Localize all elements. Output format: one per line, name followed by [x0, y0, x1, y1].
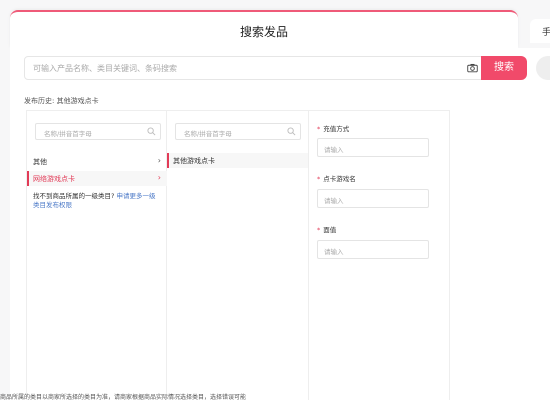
subcategory-column: 名称/拼音首字母 其他游戏点卡: [167, 111, 309, 400]
search-placeholder: 可输入产品名称、类目关键词、条码搜索: [33, 64, 177, 73]
category-item-label: 其他: [33, 158, 47, 166]
category-search-placeholder: 名称/拼音首字母: [44, 130, 92, 138]
search-button[interactable]: 搜索: [481, 56, 527, 80]
category-column: 名称/拼音首字母 其他 › 网络游戏点卡 › 找不到商品所属的一级类目? 申请更…: [27, 111, 167, 400]
field-label: * 充值方式: [317, 125, 350, 133]
required-mark: *: [317, 125, 321, 133]
help-text: 找不到商品所属的一级类目?: [33, 192, 115, 200]
field-label: * 点卡游戏名: [317, 175, 356, 183]
chevron-right-icon: ›: [157, 156, 161, 165]
required-mark: *: [317, 226, 321, 234]
face-value-input[interactable]: 请输入: [317, 240, 429, 259]
extra-button[interactable]: [536, 56, 550, 80]
required-mark: *: [317, 175, 321, 183]
camera-icon[interactable]: [467, 63, 478, 73]
search-input[interactable]: 可输入产品名称、类目关键词、条码搜索: [24, 56, 484, 80]
chevron-right-icon: ›: [157, 173, 161, 182]
category-panel: 名称/拼音首字母 其他 › 网络游戏点卡 › 找不到商品所属的一级类目? 申请更…: [26, 110, 450, 400]
subcategory-search-input[interactable]: 名称/拼音首字母: [175, 123, 301, 140]
subcategory-item-selected[interactable]: 其他游戏点卡: [167, 153, 308, 168]
game-name-input[interactable]: 请输入: [317, 189, 429, 208]
main-content: 可输入产品名称、类目关键词、条码搜索 搜索 发布历史: 其他游戏点卡 名称/拼音…: [10, 48, 550, 400]
attributes-column: * 充值方式 请输入 * 点卡游戏名 请输入 * 面值 请输入: [309, 111, 451, 400]
recharge-method-input[interactable]: 请输入: [317, 138, 429, 157]
publish-history[interactable]: 发布历史: 其他游戏点卡: [24, 96, 99, 106]
tab-title: 搜索发品: [239, 25, 288, 39]
search-icon: [147, 127, 156, 136]
category-item-game-card[interactable]: 网络游戏点卡 ›: [27, 171, 167, 186]
category-item-other[interactable]: 其他 ›: [27, 154, 167, 169]
category-search-input[interactable]: 名称/拼音首字母: [35, 123, 161, 140]
subcategory-search-placeholder: 名称/拼音首字母: [184, 130, 232, 138]
category-item-label: 网络游戏点卡: [33, 175, 75, 183]
footer-notice: 商品所属的类目以商家所选择的类目为准，请商家根据商品实际情况选择类目，选择错误可…: [0, 394, 247, 400]
category-help: 找不到商品所属的一级类目? 申请更多一级类目发布权限: [33, 192, 161, 210]
tab-right[interactable]: 手: [530, 19, 550, 43]
search-icon: [287, 127, 296, 136]
field-label: * 面值: [317, 226, 337, 234]
tab-search-publish[interactable]: 搜索发品: [10, 10, 518, 48]
